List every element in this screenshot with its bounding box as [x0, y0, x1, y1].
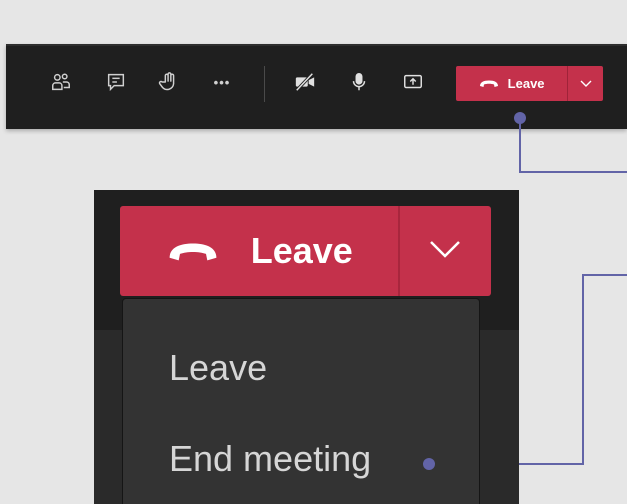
callout-endpoint [423, 458, 435, 470]
